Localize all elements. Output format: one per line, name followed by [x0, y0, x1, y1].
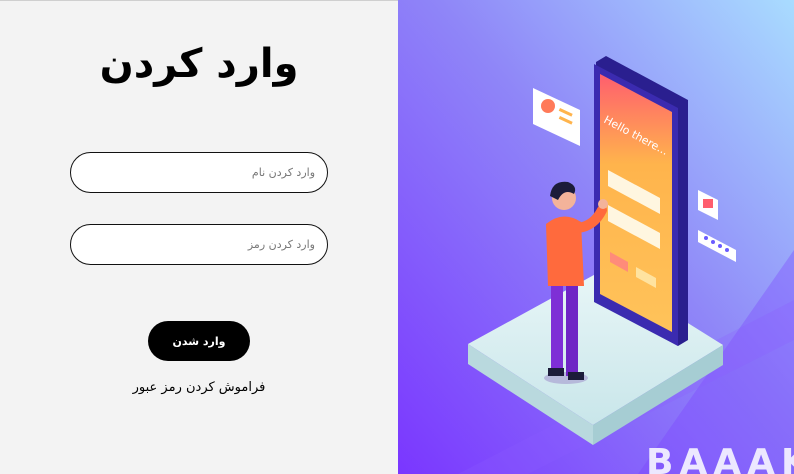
login-page: وارد کردن وارد شدن فراموش کردن رمز عبور: [0, 0, 794, 474]
forgot-password-link[interactable]: فراموش کردن رمز عبور: [0, 380, 398, 395]
login-illustration: Hello there... BAAA: [398, 0, 794, 474]
login-panel: وارد کردن وارد شدن فراموش کردن رمز عبور: [0, 0, 398, 474]
watermark-text: BAAAK: [646, 442, 794, 474]
phone: Hello there...: [594, 56, 688, 346]
illustration-panel: Hello there... BAAA: [398, 0, 794, 474]
login-button[interactable]: وارد شدن: [148, 321, 250, 361]
username-input[interactable]: [70, 152, 328, 193]
page-title: وارد کردن: [99, 41, 299, 87]
password-input[interactable]: [70, 224, 328, 265]
